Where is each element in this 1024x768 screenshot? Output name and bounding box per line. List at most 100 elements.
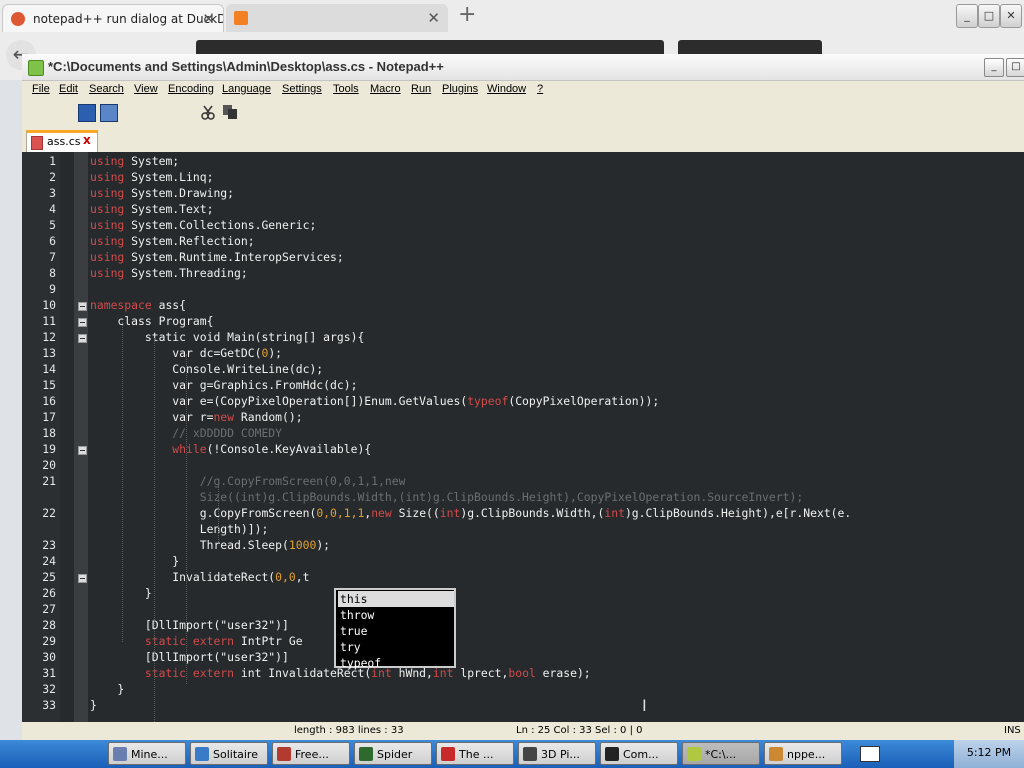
browser-tab-second[interactable]: ✕ (226, 4, 448, 32)
code-line[interactable]: using System.Threading; (90, 266, 248, 280)
code-token: System.Text; (124, 202, 214, 216)
autocomplete-item[interactable]: try (338, 639, 454, 655)
minimize-button[interactable]: _ (984, 58, 1004, 77)
menu-file[interactable]: File (32, 83, 50, 95)
indent-guide (186, 354, 187, 684)
code-line[interactable]: static void Main(string[] args){ (90, 330, 364, 344)
taskbar-item[interactable]: Solitaire (190, 742, 268, 765)
code-line[interactable]: g.CopyFromScreen(0,0,1,1,new Size((int)g… (90, 506, 852, 520)
code-token: var dc=GetDC( (90, 346, 262, 360)
close-icon[interactable]: ✕ (202, 5, 215, 32)
code-line[interactable]: using System; (90, 154, 179, 168)
cut-icon[interactable] (200, 104, 216, 120)
menu-run[interactable]: Run (411, 83, 431, 95)
menu-window[interactable]: Window (487, 83, 526, 95)
code-token: static extern (90, 666, 235, 680)
code-line[interactable]: [DllImport("user32")] (90, 650, 289, 664)
close-tab-icon[interactable]: x (83, 133, 91, 147)
code-line[interactable]: using System.Linq; (90, 170, 213, 184)
status-bar: length : 983 lines : 33 Ln : 25 Col : 33… (22, 722, 1024, 740)
maximize-button[interactable]: □ (1006, 58, 1024, 77)
code-line[interactable]: using System.Text; (90, 202, 213, 216)
code-line[interactable]: using System.Collections.Generic; (90, 218, 316, 232)
taskbar-item-label: Mine... (131, 748, 168, 761)
code-token: ); (268, 346, 283, 360)
menu-search[interactable]: Search (89, 83, 124, 95)
save-all-icon[interactable] (100, 104, 118, 122)
line-number: 16 (42, 394, 56, 408)
code-line[interactable]: class Program{ (90, 314, 213, 328)
autocomplete-item[interactable]: typeof (338, 655, 454, 671)
code-token: while (90, 442, 207, 456)
close-icon[interactable]: ✕ (427, 4, 440, 32)
line-number: 28 (42, 618, 56, 632)
code-line[interactable]: using System.Drawing; (90, 186, 234, 200)
line-number: 3 (49, 186, 56, 200)
code-line[interactable]: } (90, 698, 97, 712)
taskbar-item[interactable]: The ... (436, 742, 514, 765)
autocomplete-item[interactable]: this (338, 591, 454, 607)
menu-tools[interactable]: Tools (333, 83, 359, 95)
browser-maximize-button[interactable]: □ (978, 4, 1000, 28)
taskbar-item[interactable]: 3D Pi... (518, 742, 596, 765)
code-line[interactable]: Thread.Sleep(1000); (90, 538, 330, 552)
save-icon[interactable] (78, 104, 96, 122)
code-line[interactable]: var g=Graphics.FromHdc(dc); (90, 378, 357, 392)
code-line[interactable]: using System.Runtime.InteropServices; (90, 250, 344, 264)
code-line[interactable]: } (90, 586, 152, 600)
code-editor[interactable]: using System; using System.Linq; using Sys… (22, 152, 1024, 722)
menu-edit[interactable]: Edit (59, 83, 78, 95)
code-token: [DllImport("user32")] (90, 650, 289, 664)
fold-toggle-icon[interactable] (78, 318, 87, 327)
code-line[interactable]: Console.WriteLine(dc); (90, 362, 323, 376)
code-line[interactable]: } (90, 682, 124, 696)
code-line[interactable]: Length)]); (90, 522, 269, 536)
code-line[interactable]: [DllImport("user32")] (90, 618, 289, 632)
code-line[interactable]: //g.CopyFromScreen(0,0,1,1,new (90, 474, 406, 488)
fold-toggle-icon[interactable] (78, 574, 87, 583)
code-line[interactable]: while(!Console.KeyAvailable){ (90, 442, 371, 456)
indent-guide (122, 322, 123, 642)
taskbar-item[interactable]: Com... (600, 742, 678, 765)
fold-toggle-icon[interactable] (78, 334, 87, 343)
stackoverflow-icon (234, 11, 248, 25)
code-line[interactable]: } (90, 554, 179, 568)
code-line[interactable]: var e=(CopyPixelOperation[])Enum.GetValu… (90, 394, 659, 408)
menu-settings[interactable]: Settings (282, 83, 322, 95)
taskbar-item[interactable]: nppe... (764, 742, 842, 765)
app-icon (359, 747, 373, 761)
keyboard-icon[interactable] (860, 746, 880, 762)
document-tab[interactable]: ass.cs x (26, 130, 98, 152)
taskbar-item[interactable]: Free... (272, 742, 350, 765)
code-line[interactable]: using System.Reflection; (90, 234, 255, 248)
line-number: 19 (42, 442, 56, 456)
fold-toggle-icon[interactable] (78, 302, 87, 311)
notepad-plus-plus-window: *C:\Documents and Settings\Admin\Desktop… (22, 54, 1024, 740)
taskbar-item[interactable]: Mine... (108, 742, 186, 765)
fold-toggle-icon[interactable] (78, 446, 87, 455)
code-token: bool (508, 666, 536, 680)
new-tab-button[interactable]: + (458, 2, 476, 27)
system-tray: 5:12 PM (954, 740, 1024, 768)
menu-macro[interactable]: Macro (370, 83, 401, 95)
browser-tab-duckduckgo[interactable]: notepad++ run dialog at DuckDuc ✕ (2, 4, 224, 32)
line-number: 31 (42, 666, 56, 680)
menu-view[interactable]: View (134, 83, 158, 95)
taskbar-item[interactable]: *C:\... (682, 742, 760, 765)
autocomplete-item[interactable]: true (338, 623, 454, 639)
autocomplete-popup[interactable]: this throw true try typeof (334, 588, 456, 671)
code-token: System.Drawing; (124, 186, 235, 200)
browser-close-button[interactable]: ✕ (1000, 4, 1022, 28)
copy-icon[interactable] (222, 104, 238, 120)
autocomplete-item[interactable]: throw (338, 607, 454, 623)
window-titlebar[interactable]: *C:\Documents and Settings\Admin\Desktop… (22, 54, 1024, 81)
code-line[interactable]: namespace ass{ (90, 298, 186, 312)
browser-minimize-button[interactable]: _ (956, 4, 978, 28)
code-token: Size(( (391, 506, 440, 520)
menu-encoding[interactable]: Encoding (168, 83, 214, 95)
menu-help[interactable]: ? (537, 83, 543, 95)
menu-language[interactable]: Language (222, 83, 271, 95)
menu-plugins[interactable]: Plugins (442, 83, 478, 95)
code-line[interactable]: Size((int)g.ClipBounds.Width,(int)g.Clip… (90, 490, 804, 504)
taskbar-item[interactable]: Spider (354, 742, 432, 765)
